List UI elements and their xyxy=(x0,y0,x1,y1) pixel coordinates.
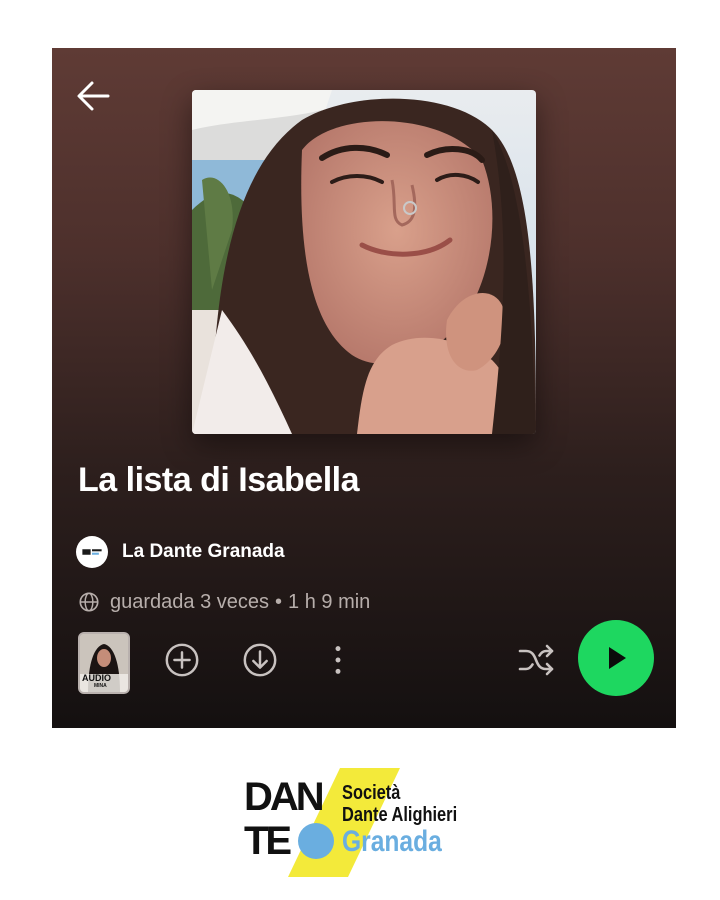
globe-icon xyxy=(79,592,99,612)
shuffle-button[interactable] xyxy=(516,640,556,680)
playlist-header: La lista di Isabella La Dante Granada gu… xyxy=(52,48,676,728)
download-circle-icon xyxy=(243,643,277,677)
preview-label: AUDIO xyxy=(82,673,111,683)
saves-count: guardada 3 veces xyxy=(110,590,270,613)
add-to-library-button[interactable] xyxy=(162,640,202,680)
arrow-left-icon xyxy=(77,81,110,111)
preview-thumbnail[interactable]: AUDIO MINA xyxy=(78,632,130,694)
shuffle-icon xyxy=(518,644,554,676)
meta-separator: • xyxy=(275,590,283,613)
action-bar: AUDIO MINA xyxy=(78,620,658,708)
owner-name: La Dante Granada xyxy=(122,541,285,562)
owner-link[interactable]: La Dante Granada xyxy=(76,535,285,569)
playlist-meta: guardada 3 veces • 1 h 9 min xyxy=(78,588,370,616)
logo-wordmark: Società Dante Alighieri Granada xyxy=(342,783,482,857)
more-vertical-icon xyxy=(335,646,341,674)
logo-mark-top: DAN xyxy=(244,775,325,819)
logo-line-granada: Granada xyxy=(342,825,442,858)
logo-line-societa: Società xyxy=(342,782,401,804)
preview-sublabel: MINA xyxy=(94,683,107,689)
footer-logo: DAN TE Società Dante Alighieri Granada xyxy=(240,765,490,880)
logo-line-dante: Dante Alighieri xyxy=(342,804,458,826)
logo-mark-bottom: TE xyxy=(244,819,292,863)
download-button[interactable] xyxy=(240,640,280,680)
owner-logo-icon xyxy=(82,549,102,555)
play-button[interactable] xyxy=(578,620,654,696)
more-options-button[interactable] xyxy=(318,640,358,680)
playlist-title: La lista di Isabella xyxy=(78,461,360,499)
back-button[interactable] xyxy=(74,78,114,114)
playlist-duration: 1 h 9 min xyxy=(288,590,371,613)
play-icon xyxy=(609,647,626,669)
owner-avatar xyxy=(76,536,108,568)
playlist-cover xyxy=(192,90,536,434)
plus-circle-icon xyxy=(165,643,199,677)
